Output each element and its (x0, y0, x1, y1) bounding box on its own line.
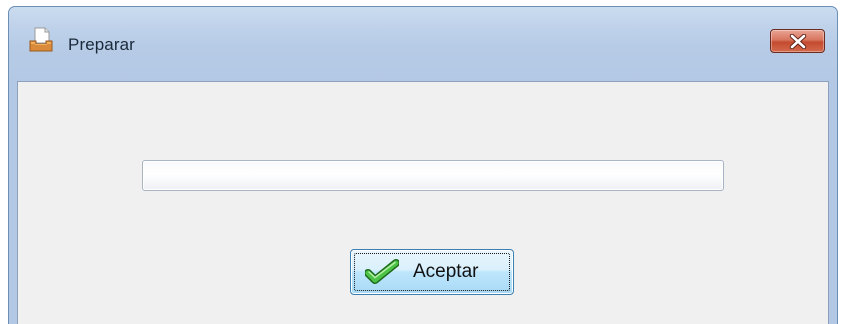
close-icon (789, 34, 807, 49)
document-tray-icon (28, 26, 54, 52)
window-title: Preparar (68, 35, 135, 54)
progress-bar (142, 160, 724, 191)
accept-button[interactable]: Aceptar (350, 249, 514, 295)
checkmark-icon (364, 259, 400, 285)
dialog-body: Aceptar (17, 81, 829, 324)
title-bar[interactable]: Preparar (9, 7, 837, 81)
dialog-window: Preparar Aceptar (8, 6, 838, 324)
close-button[interactable] (770, 29, 825, 53)
accept-button-label: Aceptar (413, 261, 479, 282)
